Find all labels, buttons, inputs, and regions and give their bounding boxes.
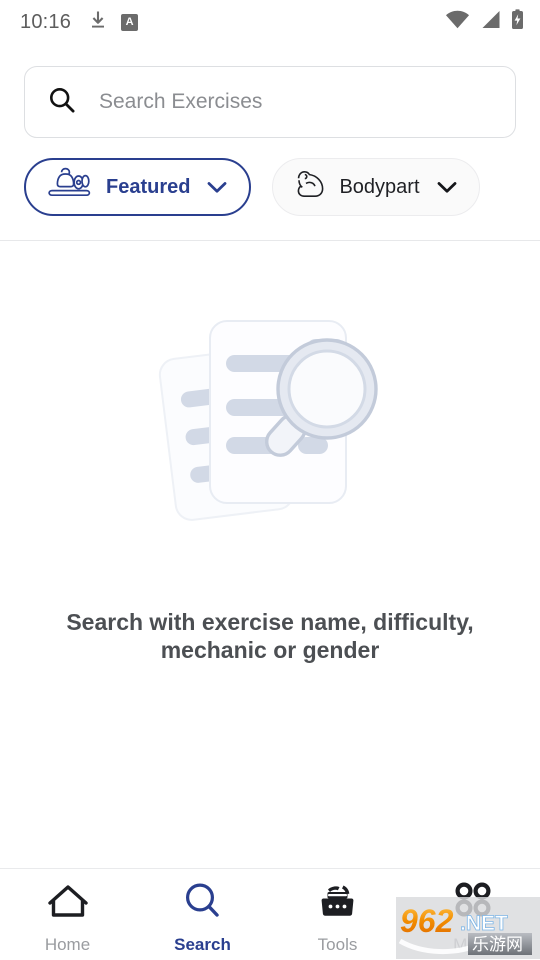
filter-chip-row: Featured Bodypart (0, 138, 540, 216)
chevron-down-icon (437, 181, 457, 194)
status-bar-right-icons (445, 9, 524, 35)
bottom-navigation: Home Search Tools More (0, 868, 540, 960)
search-input[interactable]: Search Exercises (24, 66, 516, 138)
kettlebell-weights-icon (48, 167, 94, 207)
empty-state: Search with exercise name, difficulty, m… (0, 241, 540, 664)
toolbox-icon (316, 881, 360, 926)
wifi-icon (445, 10, 470, 34)
search-icon (47, 85, 77, 120)
nav-label-more: More (453, 935, 492, 954)
filter-chip-bodypart-label: Bodypart (339, 175, 420, 198)
download-icon (89, 10, 107, 34)
chevron-down-icon (207, 181, 227, 194)
search-section: Search Exercises (0, 44, 540, 138)
flexed-bicep-icon (295, 169, 327, 205)
app-screen: 10:16 A Search Exercises Featured Bodypa… (0, 0, 540, 960)
nav-label-search: Search (174, 935, 231, 954)
cellular-signal-icon (480, 10, 501, 34)
filter-chip-featured[interactable]: Featured (24, 158, 252, 216)
nav-label-tools: Tools (317, 935, 358, 954)
filter-chip-bodypart[interactable]: Bodypart (272, 158, 480, 216)
home-icon (45, 881, 91, 926)
filter-chip-featured-label: Featured (106, 175, 191, 198)
text-a-icon: A (121, 13, 139, 31)
nav-label-home: Home (44, 935, 91, 954)
status-bar-left-icons: A (89, 10, 139, 34)
status-bar: 10:16 A (0, 0, 540, 44)
battery-charging-icon (511, 9, 524, 35)
documents-with-magnifier-icon (152, 303, 388, 530)
nav-item-search[interactable]: Search (135, 881, 270, 955)
nav-item-home[interactable]: Home (0, 881, 135, 955)
nav-item-tools[interactable]: Tools (270, 881, 405, 955)
four-circles-grid-icon (448, 881, 498, 926)
nav-item-more[interactable]: More (405, 881, 540, 955)
search-icon (182, 881, 224, 926)
search-placeholder: Search Exercises (99, 90, 263, 113)
empty-state-message: Search with exercise name, difficulty, m… (66, 609, 474, 664)
status-bar-clock: 10:16 (20, 10, 72, 33)
